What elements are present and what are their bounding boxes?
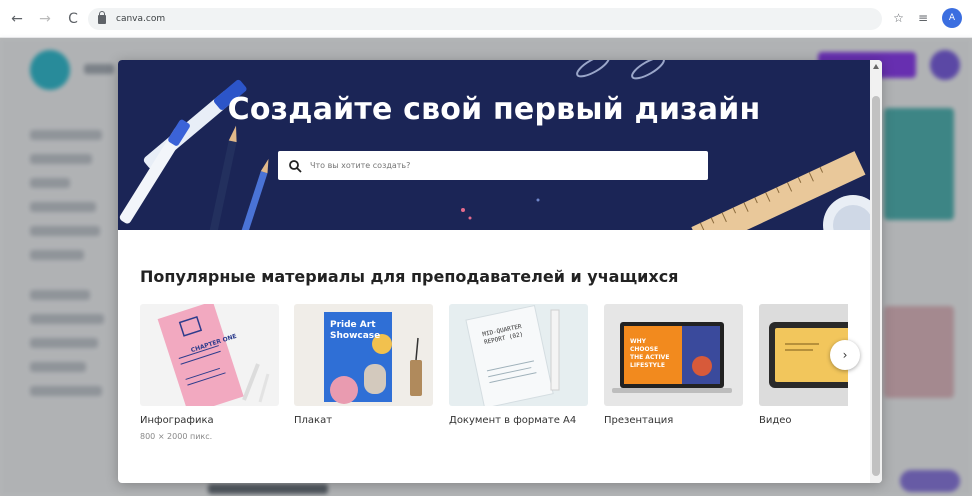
template-card-presentation[interactable]: WHY CHOOSE THE ACTIVE LIFESTYLE Презента… [604,304,743,426]
card-label: Инфографика [140,415,214,426]
card-label: Плакат [294,415,333,426]
presentation-thumb-text-4: LIFESTYLE [630,362,665,369]
card-label: Документ в формате A4 [449,415,577,426]
template-thumbnail: MID-QUARTER REPORT (02) [449,304,588,406]
url-text: canva.com [116,14,166,24]
modal-scrollbar[interactable] [870,60,882,483]
template-carousel: CHAPTER ONE Инфографика 800 × 2000 пикс.… [140,304,848,454]
profile-avatar[interactable]: A [942,8,962,28]
presentation-thumb-text-1: WHY [630,338,646,345]
scrollbar-thumb[interactable] [872,96,880,476]
search-bar[interactable] [278,151,708,180]
poster-thumb-text-1: Pride Art [330,320,376,330]
browser-toolbar: ← → C canva.com ☆ ≡ A [0,0,972,38]
presentation-thumbnail-art [612,322,732,393]
forward-icon[interactable]: → [34,8,56,30]
document-thumbnail-art [465,304,560,406]
template-card-infographic[interactable]: CHAPTER ONE Инфографика 800 × 2000 пикс. [140,304,279,441]
back-icon[interactable]: ← [6,8,28,30]
template-card-a4-document[interactable]: MID-QUARTER REPORT (02) Документ в форма… [449,304,588,426]
section-title: Популярные материалы для преподавателей … [140,267,679,286]
lock-icon [98,10,106,24]
presentation-thumb-text-3: THE ACTIVE [630,354,670,361]
search-icon [289,159,302,173]
poster-thumb-text-2: Showcase [330,331,381,341]
card-dimensions: 800 × 2000 пикс. [140,432,213,441]
star-icon[interactable]: ☆ [893,11,904,25]
template-thumbnail: CHAPTER ONE [140,304,279,406]
address-bar[interactable]: canva.com [88,8,882,30]
onboarding-modal: Создайте свой первый дизайн Популярные м… [118,60,882,483]
reload-icon[interactable]: C [62,8,84,30]
reading-list-icon[interactable]: ≡ [918,11,928,25]
hero-banner: Создайте свой первый дизайн [118,60,870,230]
carousel-next-button[interactable]: › [830,340,860,370]
search-input[interactable] [310,161,690,170]
chevron-right-icon: › [842,348,848,362]
template-thumbnail: WHY CHOOSE THE ACTIVE LIFESTYLE [604,304,743,406]
card-label: Презентация [604,415,674,426]
template-card-poster[interactable]: Pride Art Showcase Плакат [294,304,433,426]
presentation-thumb-text-2: CHOOSE [630,346,659,353]
scroll-up-arrow[interactable] [873,64,879,69]
infographic-thumbnail-art [157,304,270,406]
card-label: Видео [759,415,792,426]
hero-title: Создайте свой первый дизайн [227,92,761,127]
template-thumbnail: Pride Art Showcase [294,304,433,406]
hero-illustration [119,60,870,230]
